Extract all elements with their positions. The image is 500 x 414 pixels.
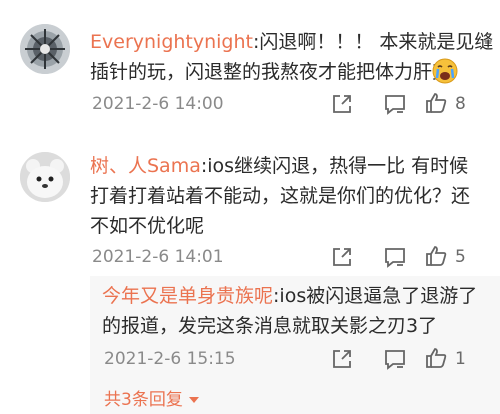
- like-count: 1: [455, 349, 466, 369]
- comment-icon[interactable]: [383, 92, 407, 120]
- comment-username[interactable]: 树、人Sama: [90, 155, 201, 177]
- comment-text-line-3: 不如不优化呢: [90, 215, 205, 237]
- like-icon[interactable]: [424, 244, 448, 272]
- like-count: 5: [455, 247, 466, 267]
- reply-section: 今年又是单身贵族呢:ios被闪退逼急了退游了 的报道，发完这条消息就取关影之刃3…: [90, 276, 500, 414]
- like-count: 8: [455, 94, 466, 114]
- share-icon[interactable]: [330, 245, 354, 273]
- reply-text-line-1: 今年又是单身贵族呢:ios被闪退逼急了退游了: [102, 285, 478, 307]
- comment-username[interactable]: Everynightynight: [90, 31, 253, 53]
- comment-text-line-2: 打着打着站着不能动，这就是你们的优化？还: [90, 185, 471, 207]
- crying-emoji-icon: [432, 58, 458, 88]
- comment-icon[interactable]: [383, 245, 407, 273]
- comment-text-line-1: Everynightynight:闪退啊！！！ 本来就是见缝: [90, 31, 494, 53]
- comment-time: 2021-2-6 14:01: [92, 247, 224, 267]
- comment-time: 2021-2-6 14:00: [92, 94, 224, 114]
- comment-icon[interactable]: [383, 347, 407, 375]
- share-icon[interactable]: [330, 347, 354, 375]
- reply-time: 2021-2-6 15:15: [104, 349, 236, 369]
- avatar[interactable]: [20, 152, 70, 202]
- share-icon[interactable]: [330, 92, 354, 120]
- comment-text-line-1: 树、人Sama:ios继续闪退，热得一比 有时候: [90, 155, 469, 177]
- reply-text-line-2: 的报道，发完这条消息就取关影之刃3了: [102, 315, 438, 337]
- chevron-down-icon: [188, 389, 200, 411]
- comment-text-line-2: 插针的玩，闪退整的我熬夜才能把体力肝完: [90, 61, 452, 83]
- like-icon[interactable]: [424, 91, 448, 119]
- reply-username[interactable]: 今年又是单身贵族呢: [102, 285, 273, 307]
- avatar[interactable]: [20, 24, 70, 74]
- like-icon[interactable]: [424, 346, 448, 374]
- view-more-replies-link[interactable]: 共3条回复: [104, 389, 200, 411]
